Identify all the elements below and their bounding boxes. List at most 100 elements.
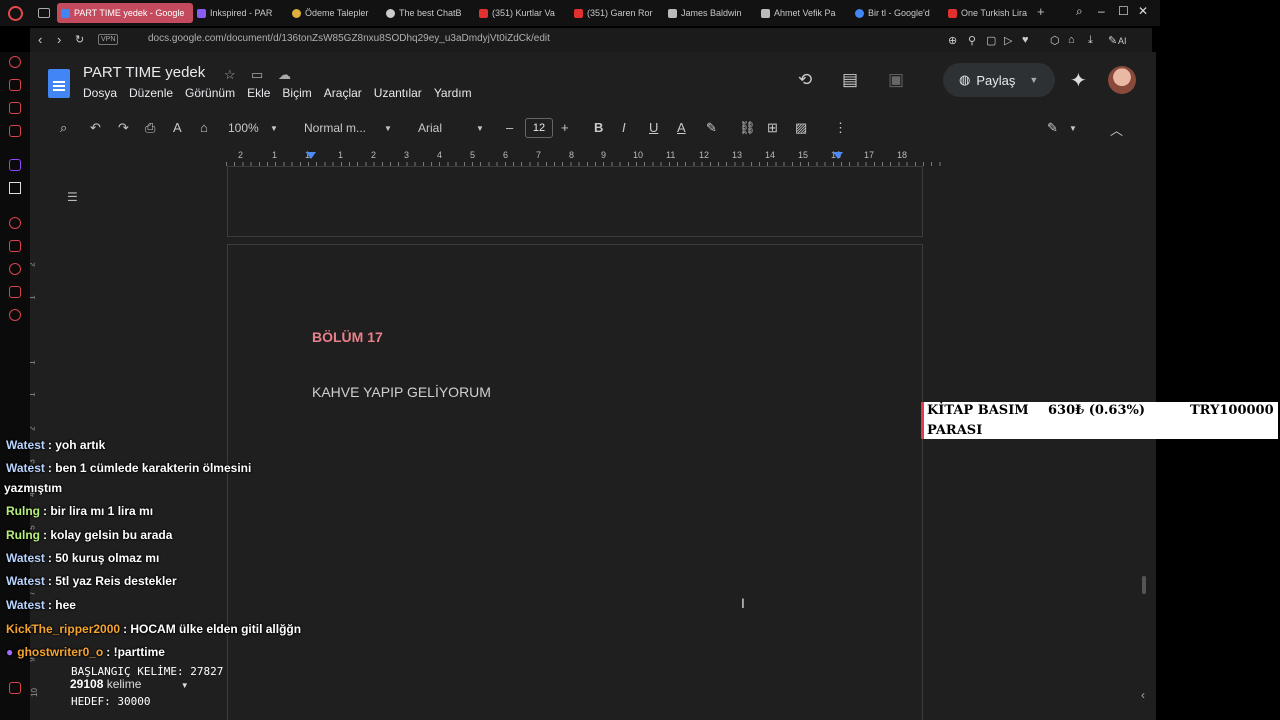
more-options-icon[interactable]: ⋮ xyxy=(834,120,847,136)
menu-ekle[interactable]: Ekle xyxy=(247,86,270,100)
right-indent-handle[interactable] xyxy=(833,152,843,159)
move-folder-icon[interactable]: ▭ xyxy=(251,67,263,83)
messenger-icon[interactable] xyxy=(9,102,21,114)
tab-youtube-garen[interactable]: (351) Garen Ror xyxy=(574,3,654,23)
menu-araclar[interactable]: Araçlar xyxy=(324,86,362,100)
search-icon[interactable]: ⌕ xyxy=(1076,4,1083,19)
menu-dosya[interactable]: Dosya xyxy=(83,86,117,100)
tab-chatbot[interactable]: The best ChatB xyxy=(386,3,466,23)
reload-icon[interactable]: ↻ xyxy=(75,33,84,46)
insert-image-icon[interactable]: ▨ xyxy=(795,120,807,136)
text-color-icon[interactable]: A xyxy=(677,120,686,135)
settings-icon[interactable] xyxy=(9,309,21,321)
editing-mode-icon[interactable]: ✎ xyxy=(1047,120,1058,136)
chevron-down-icon[interactable]: ▼ xyxy=(270,124,278,133)
docs-logo-icon[interactable] xyxy=(48,69,70,98)
meet-icon[interactable]: ▣ xyxy=(888,70,904,90)
menu-uzantilar[interactable]: Uzantılar xyxy=(374,86,422,100)
snapshot-icon[interactable]: ▢ xyxy=(986,34,996,47)
aria-icon[interactable]: ✎ xyxy=(1108,34,1117,47)
left-indent-handle[interactable] xyxy=(306,152,316,159)
comments-icon[interactable]: ▤ xyxy=(842,70,858,90)
extensions-icon[interactable]: ⬡ xyxy=(1050,34,1060,47)
zoom-icon[interactable]: ⊕ xyxy=(948,34,957,47)
chapter-heading[interactable]: BÖLÜM 17 xyxy=(312,329,383,345)
underline-icon[interactable]: U xyxy=(649,120,658,135)
extensions-sidebar-icon[interactable] xyxy=(9,286,21,298)
mail-icon[interactable] xyxy=(9,125,21,137)
menu-yardim[interactable]: Yardım xyxy=(434,86,472,100)
scrollbar-thumb[interactable] xyxy=(1142,576,1146,594)
side-panel-toggle-icon[interactable]: ‹ xyxy=(1141,688,1145,702)
share-button[interactable]: ◍ Paylaş ▼ xyxy=(943,63,1055,97)
menu-bicim[interactable]: Biçim xyxy=(282,86,311,100)
gx-icon[interactable] xyxy=(9,682,21,694)
page-previous[interactable] xyxy=(227,166,923,237)
avatar[interactable] xyxy=(1108,66,1136,94)
body-paragraph[interactable]: KAHVE YAPIP GELİYORUM xyxy=(312,384,491,400)
opera-logo-icon[interactable] xyxy=(8,6,23,21)
chevron-down-icon[interactable]: ▼ xyxy=(1029,75,1038,85)
collapse-menus-icon[interactable]: ︿ xyxy=(1110,120,1123,139)
tab-inkspired[interactable]: Inkspired - PAR xyxy=(197,3,277,23)
document-title[interactable]: PART TIME yedek xyxy=(83,64,205,81)
tab-part-time[interactable]: PART TIME yedek - Google xyxy=(57,3,193,23)
font-size-input[interactable]: 12 xyxy=(525,118,553,138)
back-icon[interactable]: ‹ xyxy=(38,32,42,47)
vpn-badge[interactable]: VPN xyxy=(98,34,119,45)
redo-icon[interactable]: ↷ xyxy=(118,120,129,136)
chevron-down-icon[interactable]: ▼ xyxy=(1069,124,1077,133)
download-icon[interactable]: ⤓ xyxy=(1088,34,1093,47)
menu-gorunum[interactable]: Görünüm xyxy=(185,86,235,100)
url-field[interactable]: docs.google.com/document/d/136tonZsW85GZ… xyxy=(148,33,550,44)
menu-duzenle[interactable]: Düzenle xyxy=(129,86,173,100)
chevron-down-icon[interactable]: ▼ xyxy=(181,681,189,690)
tab-google-bir-tl[interactable]: Bir tl - Google'd xyxy=(855,3,935,23)
ai-label[interactable]: AI xyxy=(1118,36,1127,46)
increase-font-icon[interactable]: + xyxy=(561,120,569,135)
twitch-icon[interactable] xyxy=(9,159,21,171)
crypto-wallet-icon[interactable] xyxy=(9,79,21,91)
bookmarks-icon[interactable] xyxy=(9,240,21,252)
word-count-badge[interactable]: 29108 kelime ▼ xyxy=(70,677,189,691)
italic-icon[interactable]: I xyxy=(622,120,626,135)
pin-icon[interactable]: ⚲ xyxy=(968,34,976,47)
zoom-select[interactable]: 100% xyxy=(228,121,259,135)
page-current[interactable] xyxy=(227,244,923,720)
minimize-icon[interactable]: – xyxy=(1098,4,1105,18)
tab-youtube-kurtlar[interactable]: (351) Kurtlar Va xyxy=(479,3,559,23)
tab-james-baldwin[interactable]: James Baldwin xyxy=(668,3,748,23)
bold-icon[interactable]: B xyxy=(594,120,603,135)
maximize-icon[interactable]: ☐ xyxy=(1118,4,1129,18)
gemini-icon[interactable]: ✦ xyxy=(1070,68,1087,93)
heart-icon[interactable]: ♥ xyxy=(1022,34,1029,46)
x-icon[interactable] xyxy=(9,182,21,194)
paint-format-icon[interactable]: ⌂ xyxy=(200,120,208,135)
version-history-icon[interactable]: ⟲ xyxy=(798,70,812,90)
tab-odeme[interactable]: Ödeme Talepler xyxy=(292,3,372,23)
add-comment-icon[interactable]: ⊞ xyxy=(767,120,778,136)
aria-sidebar-icon[interactable] xyxy=(9,56,21,68)
close-icon[interactable]: ✕ xyxy=(1138,4,1148,18)
tab-ahmet-vefik[interactable]: Ahmet Vefik Pa xyxy=(761,3,841,23)
play-icon[interactable]: ▷ xyxy=(1004,34,1012,47)
star-icon[interactable]: ☆ xyxy=(224,67,236,83)
tab-one-turkish-lira[interactable]: One Turkish Lira xyxy=(948,3,1028,23)
search-menus-icon[interactable]: ⌕ xyxy=(60,120,67,136)
history-icon[interactable] xyxy=(9,263,21,275)
font-select[interactable]: Arial xyxy=(418,121,442,135)
style-select[interactable]: Normal m... xyxy=(304,121,366,135)
print-icon[interactable]: ⎙ xyxy=(145,120,155,136)
document-outline-icon[interactable]: ☰ xyxy=(67,190,78,204)
tab-search-icon[interactable] xyxy=(38,8,50,18)
chevron-down-icon[interactable]: ▼ xyxy=(476,124,484,133)
highlight-icon[interactable]: ✎ xyxy=(706,120,717,136)
undo-icon[interactable]: ↶ xyxy=(90,120,101,136)
forward-icon[interactable]: › xyxy=(57,32,61,47)
player-icon[interactable] xyxy=(9,217,21,229)
chevron-down-icon[interactable]: ▼ xyxy=(384,124,392,133)
decrease-font-icon[interactable]: – xyxy=(506,120,513,135)
wallet-icon[interactable]: ⌂ xyxy=(1068,34,1075,46)
spellcheck-icon[interactable]: A xyxy=(173,120,182,135)
new-tab-button[interactable]: + xyxy=(1037,4,1045,19)
